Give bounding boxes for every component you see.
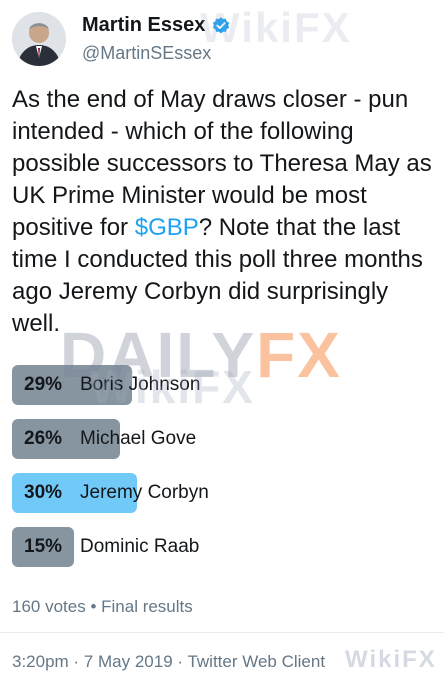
author-handle[interactable]: @MartinSEssex (82, 43, 211, 64)
poll-option: 30% Jeremy Corbyn (12, 473, 432, 513)
poll-option-label: Michael Gove (80, 428, 197, 449)
tweet-header: Martin Essex @MartinSEssex (12, 12, 432, 68)
poll-option-label: Boris Johnson (80, 374, 201, 395)
cashtag-link[interactable]: $GBP (135, 214, 199, 241)
divider (0, 632, 444, 633)
poll-percent: 15% (24, 536, 63, 557)
tweet-text: As the end of May draws closer - pun int… (12, 84, 436, 340)
poll: 29% Boris Johnson 26% Michael Gove 30% J… (12, 365, 432, 581)
author-name-row: Martin Essex (82, 14, 231, 37)
poll-percent: 29% (24, 374, 63, 395)
tweet-timestamp[interactable]: 3:20pm · 7 May 2019 · Twitter Web Client (12, 652, 325, 672)
wikifx-watermark: WikiFX (345, 646, 437, 673)
poll-option: 26% Michael Gove (12, 419, 432, 459)
poll-option: 29% Boris Johnson (12, 365, 432, 405)
poll-percent: 26% (24, 428, 63, 449)
poll-option: 15% Dominic Raab (12, 527, 432, 567)
avatar[interactable] (12, 12, 66, 66)
poll-results-summary: 160 votes • Final results (12, 597, 193, 616)
avatar-image-icon (12, 12, 66, 66)
author-name[interactable]: Martin Essex (82, 14, 205, 37)
poll-option-label: Jeremy Corbyn (80, 482, 209, 503)
verified-badge-icon (213, 16, 230, 33)
poll-percent: 30% (24, 482, 63, 503)
poll-option-label: Dominic Raab (80, 536, 200, 557)
